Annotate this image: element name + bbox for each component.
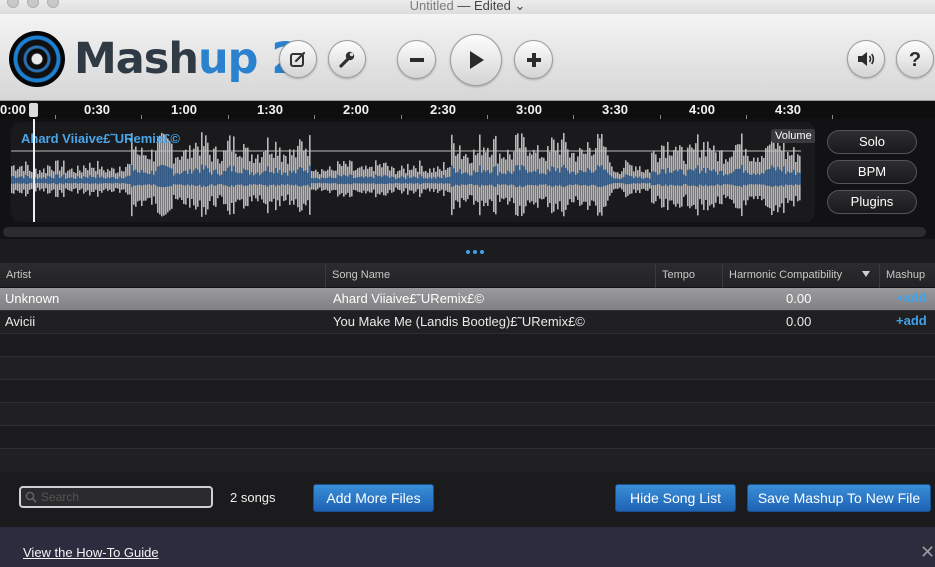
song-table-body: Unknown Ahard Viiaive£˜URemix£© 0.00 +ad… (0, 288, 935, 472)
timeline-tick: 2:00 (343, 102, 370, 117)
empty-row (0, 357, 935, 380)
empty-row (0, 334, 935, 357)
cell-harmonic: 0.00 (786, 314, 812, 329)
timeline-tick: 0:30 (84, 102, 111, 117)
track-area: Ahard Viiaive£˜URemix£© Volume Solo BPM … (0, 119, 935, 239)
add-to-mashup-link[interactable]: +add (896, 313, 927, 328)
play-button[interactable] (450, 34, 502, 86)
timeline-tick: 3:00 (516, 102, 543, 117)
app-logo: Mashup 2 (74, 34, 301, 84)
empty-row (0, 380, 935, 403)
toolbar: Mashup 2 ? (0, 14, 935, 101)
song-count: 2 songs (230, 490, 276, 505)
sort-descending-icon[interactable] (862, 271, 870, 277)
chevron-down-icon[interactable]: ⌄ (514, 0, 525, 13)
decrease-button[interactable] (397, 40, 436, 79)
help-icon: ? (909, 49, 921, 70)
timeline-tick: 0:00 (0, 102, 27, 117)
help-button[interactable]: ? (896, 40, 934, 78)
increase-button[interactable] (514, 40, 553, 79)
speaker-icon (858, 52, 875, 66)
timeline-tick: 4:00 (689, 102, 716, 117)
horizontal-scrollbar[interactable] (3, 227, 926, 237)
column-header-tempo[interactable]: Tempo (656, 263, 723, 288)
column-header-artist[interactable]: Artist (0, 263, 326, 288)
empty-row (0, 403, 935, 426)
how-to-guide-link[interactable]: View the How-To Guide (23, 545, 159, 560)
timeline-tick: 1:30 (257, 102, 284, 117)
bpm-button[interactable]: BPM (827, 160, 917, 184)
settings-button[interactable] (328, 40, 366, 78)
timeline-ruler[interactable]: 0:00 0:30 1:00 1:30 2:00 2:30 3:00 3:30 … (0, 101, 935, 119)
volume-label[interactable]: Volume (771, 129, 815, 143)
timeline-tick: 1:00 (171, 102, 198, 117)
plugins-button[interactable]: Plugins (827, 190, 917, 214)
track-song-label: Ahard Viiaive£˜URemix£© (21, 131, 180, 146)
column-header-mashup[interactable]: Mashup (880, 263, 935, 288)
timeline-tick: 4:30 (775, 102, 802, 117)
panel-splitter[interactable] (0, 239, 935, 263)
column-header-song-name[interactable]: Song Name (326, 263, 656, 288)
cell-song-name: You Make Me (Landis Bootleg)£˜URemix£© (333, 314, 585, 329)
document-title: Untitled (409, 0, 454, 13)
search-input[interactable] (41, 489, 209, 505)
table-row[interactable]: Avicii You Make Me (Landis Bootleg)£˜URe… (0, 311, 935, 334)
table-row[interactable]: Unknown Ahard Viiaive£˜URemix£© 0.00 +ad… (0, 288, 935, 311)
timeline-tick: 3:30 (602, 102, 629, 117)
empty-row (0, 426, 935, 449)
play-icon (470, 51, 484, 69)
window-titlebar: Untitled — Edited ⌄ (0, 0, 935, 14)
search-icon (25, 491, 37, 503)
solo-button[interactable]: Solo (827, 130, 917, 154)
drag-handle-icon (466, 250, 484, 254)
window-title[interactable]: Untitled — Edited ⌄ (0, 0, 935, 14)
column-header-harmonic[interactable]: Harmonic Compatibility (723, 263, 880, 288)
edit-button[interactable] (279, 40, 317, 78)
footer-banner: View the How-To Guide ✕ (0, 527, 935, 567)
edit-icon (290, 51, 306, 67)
hide-song-list-button[interactable]: Hide Song List (615, 484, 736, 512)
search-box[interactable] (19, 486, 213, 508)
empty-row (0, 449, 935, 472)
cell-harmonic: 0.00 (786, 291, 812, 306)
timeline-tick: 2:30 (430, 102, 457, 117)
logo-text-primary: Mash (74, 34, 199, 84)
wrench-icon (339, 51, 355, 68)
playhead-handle[interactable] (29, 103, 38, 117)
cell-artist: Unknown (5, 291, 60, 306)
waveform-track[interactable]: Ahard Viiaive£˜URemix£© Volume (11, 122, 815, 222)
document-status: Edited (473, 0, 511, 13)
playhead-line[interactable] (33, 119, 35, 222)
vinyl-logo-icon (9, 31, 65, 87)
volume-button[interactable] (847, 40, 885, 78)
plus-icon (526, 52, 541, 67)
cell-song-name: Ahard Viiaive£˜URemix£© (333, 291, 484, 306)
svg-text:?: ? (909, 49, 921, 70)
add-more-files-button[interactable]: Add More Files (313, 484, 434, 512)
cell-artist: Avicii (5, 314, 36, 329)
save-mashup-button[interactable]: Save Mashup To New File (747, 484, 931, 512)
close-icon[interactable]: ✕ (920, 543, 935, 561)
minus-icon (409, 57, 424, 62)
song-table-header: Artist Song Name Tempo Harmonic Compatib… (0, 263, 935, 288)
title-separator: — (457, 0, 471, 13)
add-to-mashup-link[interactable]: +add (896, 290, 927, 305)
bottom-bar: 2 songs Add More Files Hide Song List Sa… (0, 472, 935, 527)
